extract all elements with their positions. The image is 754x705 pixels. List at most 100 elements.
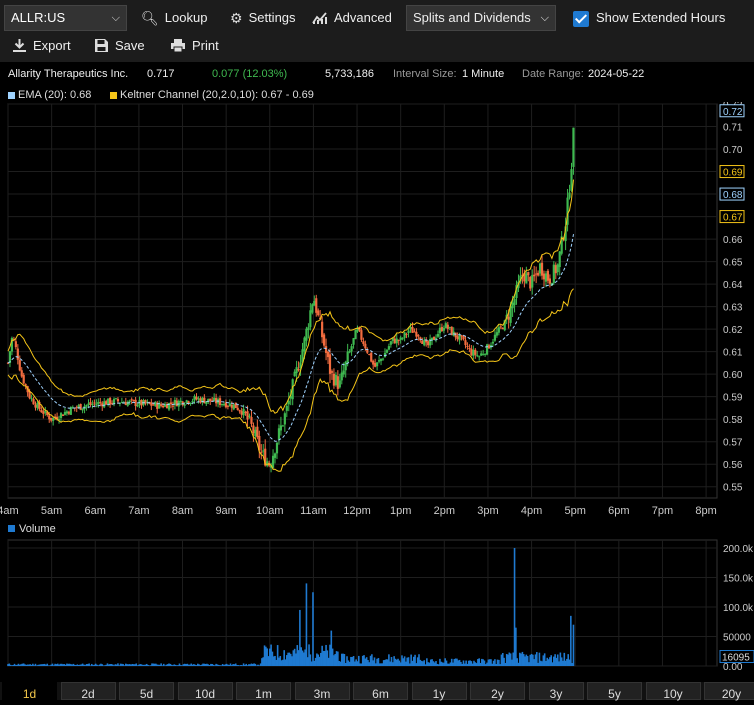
candle-body xyxy=(293,371,296,377)
candle-body xyxy=(252,425,255,434)
candle-body xyxy=(132,399,135,401)
period-button-1y[interactable]: 1y xyxy=(411,682,467,701)
settings-button[interactable]: ⚙ Settings xyxy=(230,8,296,28)
splits-dividends-select[interactable]: Splits and Dividends ⌵ xyxy=(406,5,556,31)
price-chart[interactable]: 4am 5am 6am 7am 8am 9am 10am 11am 12pm 1pm 2pm 3pm 4… xyxy=(0,102,754,520)
volume-last-label: 16095 xyxy=(722,653,750,664)
price-tag-label: 0.68 xyxy=(723,190,743,201)
y-tick-label: 0.55 xyxy=(723,483,743,494)
candle-body xyxy=(324,346,328,353)
candle-body xyxy=(224,402,228,408)
period-button-2d[interactable]: 2d xyxy=(60,682,116,701)
candle-body xyxy=(116,398,120,402)
candle-body xyxy=(61,414,65,416)
candle-body xyxy=(59,413,63,418)
candle-body xyxy=(352,338,355,345)
period-button-20y[interactable]: 20y xyxy=(704,682,754,701)
y-tick-label: 0.56 xyxy=(723,460,743,471)
y-tick-label: 0.58 xyxy=(723,415,743,426)
candle-body xyxy=(397,339,400,341)
candle-body xyxy=(525,273,528,284)
period-button-3y[interactable]: 3y xyxy=(528,682,584,701)
lookup-button[interactable]: 🔍︎ Lookup xyxy=(141,8,207,28)
x-tick-label: 2pm xyxy=(434,505,455,517)
candle-body xyxy=(415,331,418,337)
candle-body xyxy=(572,127,575,167)
candle-body xyxy=(183,404,186,406)
candle-body xyxy=(287,400,290,405)
candle-body xyxy=(377,360,381,362)
y-tick-label: 0.62 xyxy=(723,325,743,336)
candle-body xyxy=(254,429,257,437)
candle-body xyxy=(114,398,118,400)
candle-body xyxy=(266,461,269,466)
candle-body xyxy=(442,327,445,331)
period-button-2y[interactable]: 2y xyxy=(470,682,525,701)
candle-body xyxy=(491,341,495,344)
last-price: 0.717 xyxy=(147,68,175,80)
interval-value: 1 Minute xyxy=(462,68,505,80)
candle-body xyxy=(376,362,379,367)
period-button-1m[interactable]: 1m xyxy=(236,682,291,701)
candle-body xyxy=(30,398,33,400)
volume-legend-label: Volume xyxy=(19,523,56,535)
candle-body xyxy=(77,405,80,408)
save-button[interactable]: Save xyxy=(94,36,145,56)
candle-body xyxy=(309,310,312,328)
candle-body xyxy=(381,358,385,360)
candle-body xyxy=(175,400,178,407)
print-button[interactable]: Print xyxy=(170,36,219,56)
candle-body xyxy=(511,302,514,309)
candle-body xyxy=(91,404,94,406)
candle-body xyxy=(281,425,284,427)
candle-body xyxy=(232,404,235,410)
up-candle xyxy=(69,406,72,415)
candle-body xyxy=(189,402,192,404)
candle-body xyxy=(103,401,106,408)
period-button-5y[interactable]: 5y xyxy=(587,682,642,701)
advanced-label: Advanced xyxy=(334,10,392,25)
candle-body xyxy=(544,273,548,282)
symbol-select[interactable]: ALLR:US ⌵ xyxy=(4,5,127,31)
candle-body xyxy=(548,278,551,284)
candle-body xyxy=(213,397,216,401)
x-tick-label: 9am xyxy=(215,505,236,517)
candle-body xyxy=(533,274,536,277)
candle-body xyxy=(448,327,451,329)
candle-body xyxy=(154,402,157,406)
printer-icon xyxy=(170,36,186,56)
date-range-label: Date Range: xyxy=(522,68,584,80)
candle-body xyxy=(482,353,485,355)
keltner-swatch xyxy=(110,92,117,99)
volume-chart[interactable]: 0.0050000100.0k150.0k200.0k16095 xyxy=(0,536,754,672)
candle-body xyxy=(401,338,404,340)
advanced-button[interactable]: Advanced xyxy=(312,8,392,28)
volume-bar xyxy=(305,583,308,666)
candle-body xyxy=(472,349,475,356)
candle-body xyxy=(432,336,436,340)
period-button-6m[interactable]: 6m xyxy=(353,682,408,701)
volume-plot-area xyxy=(7,539,718,667)
period-button-10y[interactable]: 10y xyxy=(645,682,701,701)
candle-body xyxy=(478,356,481,358)
y-tick-label: 0.57 xyxy=(723,438,743,449)
extended-hours-checkbox[interactable] xyxy=(573,11,589,27)
period-button-1d[interactable]: 1d xyxy=(2,682,57,701)
candle-body xyxy=(332,373,336,386)
x-tick-label: 6pm xyxy=(608,505,629,517)
period-button-10d[interactable]: 10d xyxy=(177,682,233,701)
candle-body xyxy=(297,368,300,371)
price-tag-label: 0.72 xyxy=(723,107,743,118)
period-button-3m[interactable]: 3m xyxy=(294,682,350,701)
candle-body xyxy=(105,401,108,405)
candle-body xyxy=(75,407,78,409)
candle-body xyxy=(42,411,45,414)
candle-body xyxy=(458,335,461,341)
up-candle xyxy=(354,329,357,340)
period-button-5d[interactable]: 5d xyxy=(119,682,174,701)
candle-body xyxy=(531,275,534,288)
candle-body xyxy=(350,346,353,352)
splits-value: Splits and Dividends xyxy=(413,10,531,25)
y-tick-label: 0.59 xyxy=(723,393,743,404)
export-button[interactable]: Export xyxy=(12,36,71,56)
